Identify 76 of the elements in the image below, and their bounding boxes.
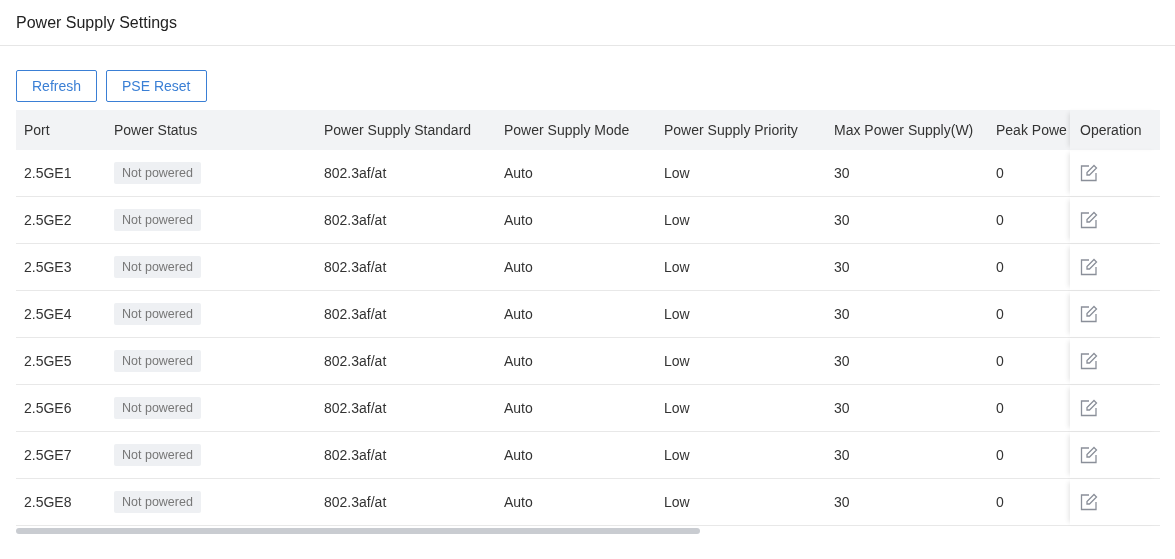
- table-cell-text: 2.5GE3: [23, 259, 73, 275]
- table-cell-text: 0: [995, 400, 1005, 416]
- table-cell-text: 802.3af/at: [323, 306, 388, 322]
- table-cell-text: 2.5GE8: [23, 494, 73, 510]
- table-cell-text: 2.5GE5: [23, 353, 73, 369]
- table-cell-text: 2.5GE2: [23, 212, 73, 228]
- table-cell-text: 30: [833, 306, 851, 322]
- status-tag: Not powered: [114, 444, 201, 466]
- table-cell-text: Low: [663, 212, 691, 228]
- action-button[interactable]: Refresh: [16, 70, 98, 102]
- table-cell-text: Auto: [503, 212, 534, 228]
- table-cell-text: 30: [833, 447, 851, 463]
- status-tag: Not powered: [114, 162, 201, 184]
- table-cell-text: 2.5GE4: [23, 306, 73, 322]
- status-tag: Not powered: [114, 303, 201, 325]
- table-cell-text: 802.3af/at: [323, 353, 388, 369]
- scrollbar-thumb[interactable]: [16, 528, 700, 534]
- table-cell-text: 0: [995, 259, 1005, 275]
- edit-icon[interactable]: [1080, 258, 1098, 276]
- table-cell-text: 0: [995, 212, 1005, 228]
- table-cell-text: Low: [663, 353, 691, 369]
- table-cell-text: 0: [995, 353, 1005, 369]
- edit-icon[interactable]: [1080, 352, 1098, 370]
- table-cell-text: 802.3af/at: [323, 212, 388, 228]
- edit-icon[interactable]: [1080, 446, 1098, 464]
- table-cell-text: Auto: [503, 447, 534, 463]
- edit-icon[interactable]: [1080, 493, 1098, 511]
- table-cell-text: 2.5GE6: [23, 400, 73, 416]
- table-cell-text: 802.3af/at: [323, 259, 388, 275]
- table-cell-text: Auto: [503, 353, 534, 369]
- table-cell-text: 30: [833, 494, 851, 510]
- action-button[interactable]: PSE Reset: [106, 70, 207, 102]
- table-cell-text: 802.3af/at: [323, 400, 388, 416]
- column-header: Peak Powe: [995, 122, 1068, 138]
- table-cell-text: Low: [663, 494, 691, 510]
- table-cell-text: 30: [833, 400, 851, 416]
- column-header: Power Status: [113, 122, 199, 138]
- status-tag: Not powered: [114, 397, 201, 419]
- page-title: Power Supply Settings: [16, 13, 177, 32]
- table-cell-text: Auto: [503, 306, 534, 322]
- edit-icon[interactable]: [1080, 305, 1098, 323]
- table-cell-text: 2.5GE1: [23, 165, 73, 181]
- table-cell-text: 0: [995, 447, 1005, 463]
- column-header: Operation: [1070, 110, 1160, 150]
- table-cell-text: 802.3af/at: [323, 447, 388, 463]
- status-tag: Not powered: [114, 350, 201, 372]
- table-cell-text: Low: [663, 259, 691, 275]
- edit-icon[interactable]: [1080, 164, 1098, 182]
- table-cell-text: Auto: [503, 165, 534, 181]
- table-cell-text: 30: [833, 212, 851, 228]
- table-cell-text: 30: [833, 259, 851, 275]
- table-cell-text: Low: [663, 165, 691, 181]
- table-cell-text: 30: [833, 165, 851, 181]
- column-header: Power Supply Standard: [323, 122, 473, 138]
- table-cell-text: 802.3af/at: [323, 494, 388, 510]
- column-header: Max Power Supply(W): [833, 122, 975, 138]
- table-cell-text: Auto: [503, 400, 534, 416]
- table-cell-text: 2.5GE7: [23, 447, 73, 463]
- table-cell-text: Low: [663, 400, 691, 416]
- table-cell-text: 0: [995, 306, 1005, 322]
- table-cell-text: Low: [663, 306, 691, 322]
- column-header: Power Supply Mode: [503, 122, 631, 138]
- status-tag: Not powered: [114, 256, 201, 278]
- table-cell-text: 0: [995, 494, 1005, 510]
- edit-icon[interactable]: [1080, 211, 1098, 229]
- status-tag: Not powered: [114, 209, 201, 231]
- column-header: Power Supply Priority: [663, 122, 799, 138]
- table-cell-text: 30: [833, 353, 851, 369]
- table-cell-text: Low: [663, 447, 691, 463]
- table-cell-text: 802.3af/at: [323, 165, 388, 181]
- edit-icon[interactable]: [1080, 399, 1098, 417]
- table-cell-text: Auto: [503, 259, 534, 275]
- column-header: Port: [23, 122, 51, 138]
- table-cell-text: Auto: [503, 494, 534, 510]
- table-cell-text: 0: [995, 165, 1005, 181]
- status-tag: Not powered: [114, 491, 201, 513]
